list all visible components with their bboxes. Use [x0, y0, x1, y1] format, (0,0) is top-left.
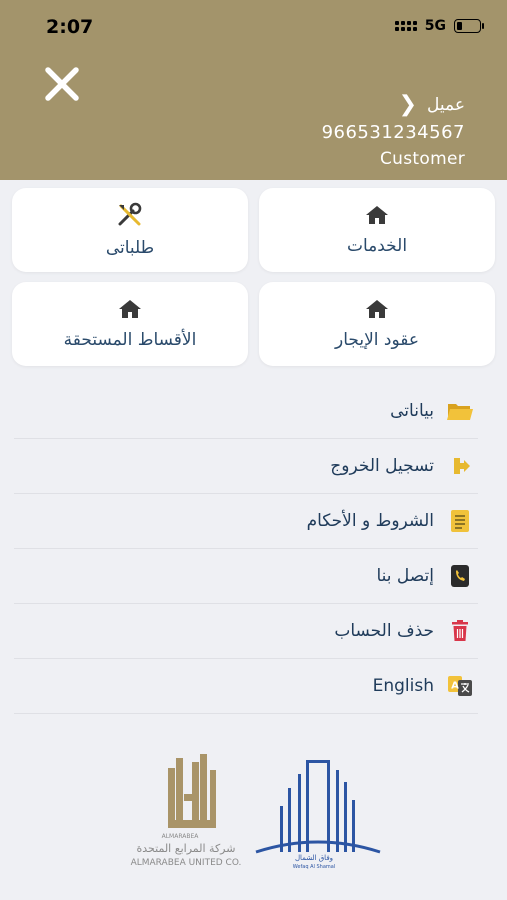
home-icon	[366, 300, 388, 318]
user-info[interactable]: ❯ عميل 966531234567 Customer	[322, 92, 465, 169]
settings-menu: بياناتى تسجيل الخروج الشروط و الأحكام إت…	[14, 384, 478, 714]
menu-item-terms[interactable]: الشروط و الأحكام	[14, 494, 478, 549]
close-icon	[45, 67, 79, 101]
lease-contracts-card[interactable]: عقود الإيجار	[259, 282, 495, 366]
user-phone: 966531234567	[321, 122, 465, 143]
logout-icon	[446, 452, 474, 480]
menu-item-language[interactable]: English A	[14, 659, 478, 714]
signal-icon	[394, 21, 417, 31]
phone-book-icon	[446, 562, 474, 590]
home-icon	[366, 206, 388, 224]
user-name: عميل	[427, 94, 465, 115]
status-time: 2:07	[46, 16, 94, 38]
svg-text:A: A	[451, 681, 459, 692]
wefaq-arabic-name: وفاق الشمال	[295, 854, 333, 862]
user-name-row[interactable]: ❯ عميل	[322, 92, 465, 117]
menu-item-my-data[interactable]: بياناتى	[14, 384, 478, 439]
trash-icon	[446, 617, 474, 645]
lease-contracts-label: عقود الإيجار	[334, 330, 419, 350]
network-type: 5G	[424, 18, 446, 34]
document-icon	[446, 507, 474, 535]
menu-label: إتصل بنا	[376, 566, 434, 586]
profile-header: 2:07 5G ❯ عميل 966531234567 Customer	[0, 0, 507, 180]
menu-label: بياناتى	[390, 401, 434, 421]
my-requests-card[interactable]: طلباتى	[12, 188, 248, 272]
battery-icon	[454, 19, 484, 33]
status-indicators: 5G	[394, 18, 484, 34]
almarabea-english-name: ALMARABEA UNITED CO.	[131, 858, 242, 868]
due-installments-label: الأقساط المستحقة	[63, 330, 197, 350]
menu-item-logout[interactable]: تسجيل الخروج	[14, 439, 478, 494]
menu-label: حذف الحساب	[334, 621, 434, 641]
wefaq-english-name: Wefaq Al Shamal	[293, 864, 335, 870]
almarabea-logo	[168, 754, 216, 828]
menu-label: الشروط و الأحكام	[306, 511, 434, 531]
my-requests-label: طلباتى	[105, 238, 155, 258]
menu-label: تسجيل الخروج	[330, 456, 434, 476]
user-role: Customer	[380, 149, 465, 169]
home-icon	[119, 300, 141, 318]
due-installments-card[interactable]: الأقساط المستحقة	[12, 282, 248, 366]
company-logos-graphic: ALMARABEA شركة المرابع المتحدة ALMARABEA…	[131, 754, 381, 870]
chevron-right-icon: ❯	[398, 92, 418, 117]
close-button[interactable]	[42, 64, 82, 104]
services-card[interactable]: الخدمات	[259, 188, 495, 272]
menu-item-contact[interactable]: إتصل بنا	[14, 549, 478, 604]
translate-icon: A	[446, 672, 474, 700]
folder-icon	[446, 397, 474, 425]
menu-item-delete-account[interactable]: حذف الحساب	[14, 604, 478, 659]
wefaq-logo	[255, 760, 381, 854]
almarabea-small-caption: ALMARABEA	[162, 833, 200, 840]
tools-icon	[118, 202, 142, 226]
partner-logos: ALMARABEA شركة المرابع المتحدة ALMARABEA…	[128, 748, 388, 872]
services-label: الخدمات	[346, 236, 408, 256]
menu-label: English	[372, 676, 434, 696]
almarabea-arabic-name: شركة المرابع المتحدة	[137, 842, 236, 855]
